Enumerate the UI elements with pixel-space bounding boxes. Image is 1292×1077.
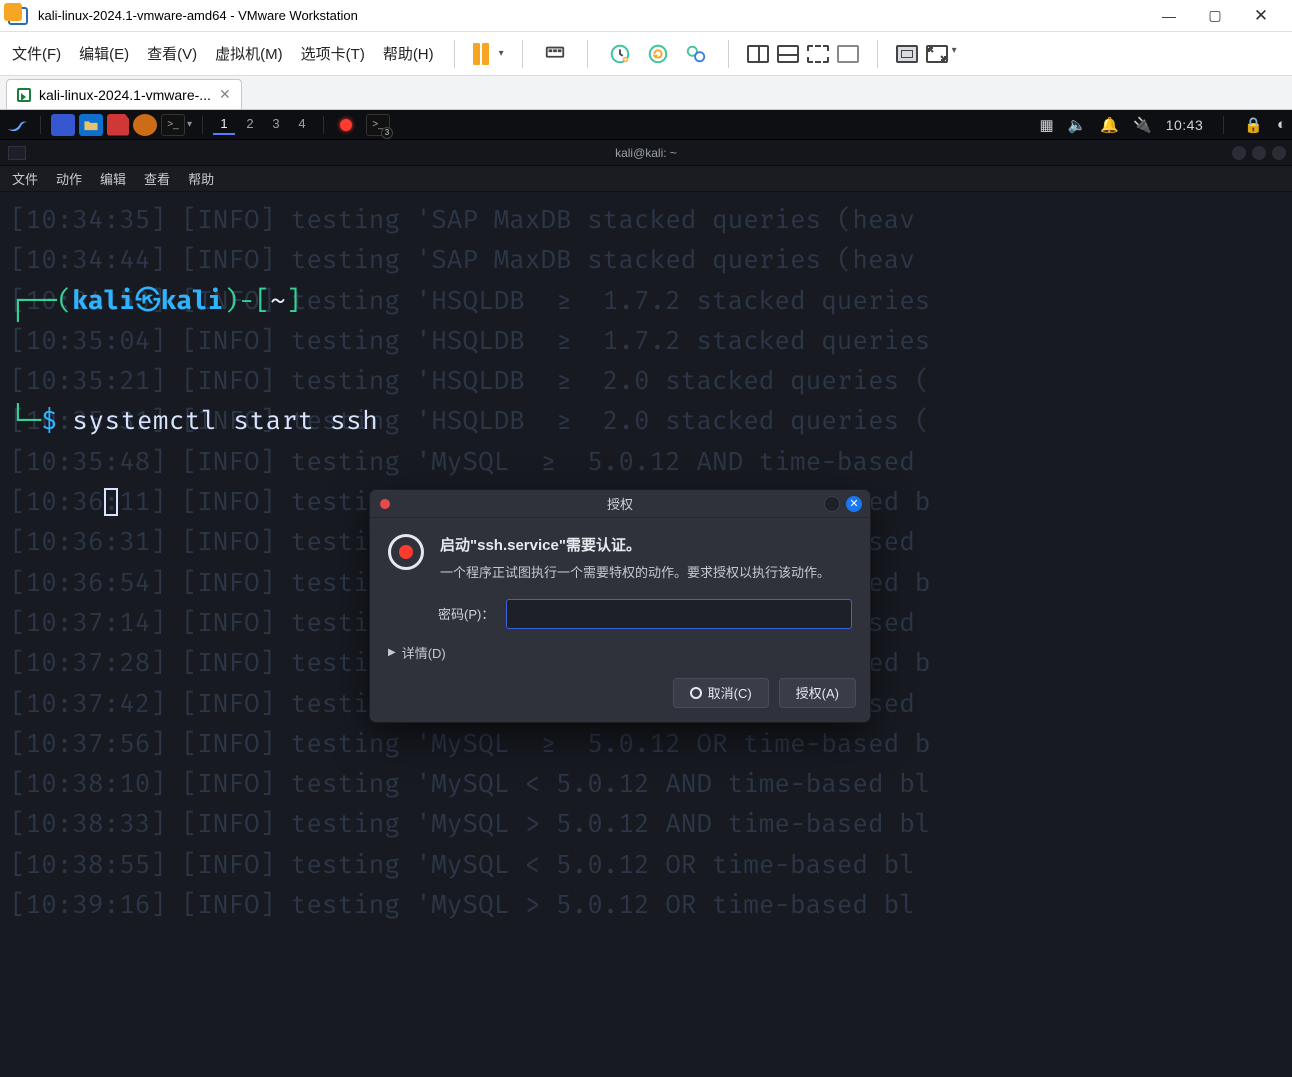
- notifications-icon[interactable]: 🔔: [1100, 116, 1119, 134]
- terminal-menubar: 文件 动作 编辑 查看 帮助: [0, 166, 1292, 192]
- dialog-heading: 启动"ssh.service"需要认证。: [440, 534, 830, 555]
- host-close-button[interactable]: ✕: [1238, 0, 1284, 32]
- auth-warning-icon: [388, 534, 424, 570]
- send-ctrl-alt-del-button[interactable]: [541, 40, 569, 68]
- toolbar-separator: [728, 40, 729, 68]
- menu-tabs[interactable]: 选项卡(T): [299, 39, 367, 68]
- view-unity-button[interactable]: [837, 45, 859, 63]
- vmware-logo-icon: [8, 7, 28, 25]
- details-toggle[interactable]: ▶ 详情(D): [370, 633, 870, 672]
- toolbar-separator: [877, 40, 878, 68]
- menu-vm[interactable]: 虚拟机(M): [213, 39, 285, 68]
- workspace-1[interactable]: 1: [213, 115, 235, 135]
- launcher-files[interactable]: [79, 114, 103, 136]
- kali-tray: ▦ 🔈 🔔 🔌 10:43 🔒 ◐: [1039, 116, 1286, 134]
- launcher-firefox[interactable]: [133, 114, 157, 136]
- task-terminal-window[interactable]: >_ 3: [366, 114, 390, 136]
- kali-panel: >_ ▾ 1 2 3 4 >_ 3 ▦ 🔈 🔔 🔌 10:43 🔒 ◐: [0, 110, 1292, 140]
- dialog-title: 授权: [607, 494, 633, 513]
- workspace-overview-icon[interactable]: ▦: [1039, 116, 1053, 134]
- record-icon: [340, 119, 352, 131]
- cancel-button[interactable]: 取消(C): [673, 678, 769, 708]
- launcher-terminal[interactable]: >_: [161, 114, 185, 136]
- term-menu-actions[interactable]: 动作: [56, 169, 82, 188]
- chevron-down-icon[interactable]: ▾: [187, 119, 192, 130]
- terminal-title: kali@kali: ~: [615, 146, 677, 160]
- dialog-close-button[interactable]: ✕: [846, 496, 862, 512]
- terminal-cursor: [104, 488, 118, 516]
- workspace-4[interactable]: 4: [291, 115, 313, 135]
- vmware-menu-bar: 文件(F) 编辑(E) 查看(V) 虚拟机(M) 选项卡(T) 帮助(H) ▾: [0, 32, 1292, 76]
- dialog-app-icon: [380, 499, 390, 509]
- password-label: 密码(P)：: [388, 604, 494, 623]
- pause-vm-button[interactable]: [473, 43, 489, 65]
- guest-viewport: >_ ▾ 1 2 3 4 >_ 3 ▦ 🔈 🔔 🔌 10:43 🔒 ◐ kali…: [0, 110, 1292, 1077]
- terminal-maximize-button[interactable]: [1252, 146, 1266, 160]
- launcher-activities[interactable]: [51, 114, 75, 136]
- volume-icon[interactable]: 🔈: [1068, 116, 1087, 134]
- power-icon[interactable]: 🔌: [1133, 116, 1152, 134]
- host-window-title: kali-linux-2024.1-vmware-amd64 - VMware …: [38, 8, 358, 23]
- details-label: 详情(D): [402, 643, 446, 662]
- view-single-button[interactable]: [747, 45, 769, 63]
- dialog-minimize-button[interactable]: [824, 496, 840, 512]
- authorize-button[interactable]: 授权(A): [779, 678, 856, 708]
- terminal-titlebar[interactable]: kali@kali: ~: [0, 140, 1292, 166]
- menu-file[interactable]: 文件(F): [10, 39, 63, 68]
- dialog-subtext: 一个程序正试图执行一个需要特权的动作。要求授权以执行该动作。: [440, 563, 830, 583]
- polkit-auth-dialog: 授权 ✕ 启动"ssh.service"需要认证。 一个程序正试图执行一个需要特…: [370, 490, 870, 722]
- prompt-line-1: ┌──(kali㉿kali)-[~]: [10, 281, 1282, 321]
- password-input[interactable]: [506, 599, 852, 629]
- manage-snapshots-button[interactable]: [682, 40, 710, 68]
- view-toolbar-group: [747, 45, 859, 63]
- vm-tab-kali[interactable]: kali-linux-2024.1-vmware-... ✕: [6, 79, 242, 109]
- launcher-text-editor[interactable]: [107, 114, 129, 136]
- vm-tab-close-button[interactable]: ✕: [219, 86, 231, 103]
- display-dropdown-icon[interactable]: ▾: [952, 45, 957, 63]
- toolbar-separator: [587, 40, 588, 68]
- term-menu-help[interactable]: 帮助: [188, 169, 214, 188]
- workspace-3[interactable]: 3: [265, 115, 287, 135]
- cancel-label: 取消(C): [708, 683, 752, 702]
- typed-command: systemctl start ssh: [72, 405, 378, 436]
- cycle-display-button[interactable]: [926, 45, 948, 63]
- dialog-titlebar[interactable]: 授权 ✕: [370, 490, 870, 518]
- host-maximize-button[interactable]: ▢: [1192, 0, 1238, 32]
- lock-icon[interactable]: 🔒: [1244, 116, 1263, 134]
- display-toolbar-group: ▾: [896, 45, 957, 63]
- term-menu-edit[interactable]: 编辑: [100, 169, 126, 188]
- view-fullscreen-button[interactable]: [807, 45, 829, 63]
- enter-fullscreen-button[interactable]: [896, 45, 918, 63]
- authorize-label: 授权(A): [796, 683, 839, 702]
- kali-menu-icon[interactable]: [6, 115, 30, 135]
- host-minimize-button[interactable]: —: [1146, 0, 1192, 32]
- menu-view[interactable]: 查看(V): [145, 39, 199, 68]
- toolbar-separator: [454, 40, 455, 68]
- menu-edit[interactable]: 编辑(E): [77, 39, 131, 68]
- revert-snapshot-button[interactable]: [644, 40, 672, 68]
- term-menu-file[interactable]: 文件: [12, 169, 38, 188]
- session-menu-icon[interactable]: ◐: [1277, 116, 1286, 133]
- power-dropdown-icon[interactable]: ▾: [499, 48, 504, 59]
- prompt-line-2: └─$ systemctl start ssh: [10, 401, 1282, 441]
- vm-running-icon: [17, 88, 31, 102]
- terminal-close-button[interactable]: [1272, 146, 1286, 160]
- host-window-titlebar: kali-linux-2024.1-vmware-amd64 - VMware …: [0, 0, 1292, 32]
- toolbar-separator: [522, 40, 523, 68]
- view-console-button[interactable]: [777, 45, 799, 63]
- terminal-minimize-button[interactable]: [1232, 146, 1246, 160]
- vm-tab-bar: kali-linux-2024.1-vmware-... ✕: [0, 76, 1292, 110]
- clock[interactable]: 10:43: [1166, 117, 1204, 133]
- vm-tab-label: kali-linux-2024.1-vmware-...: [39, 87, 211, 103]
- take-snapshot-button[interactable]: [606, 40, 634, 68]
- workspace-2[interactable]: 2: [239, 115, 261, 135]
- terminal-window-buttons: [1232, 146, 1286, 160]
- snapshot-toolbar-group: [606, 40, 710, 68]
- chevron-right-icon: ▶: [388, 647, 396, 658]
- term-menu-view[interactable]: 查看: [144, 169, 170, 188]
- terminal-app-icon: [8, 146, 26, 160]
- recording-indicator[interactable]: [340, 119, 352, 131]
- menu-help[interactable]: 帮助(H): [381, 39, 436, 68]
- cancel-ring-icon: [690, 687, 702, 699]
